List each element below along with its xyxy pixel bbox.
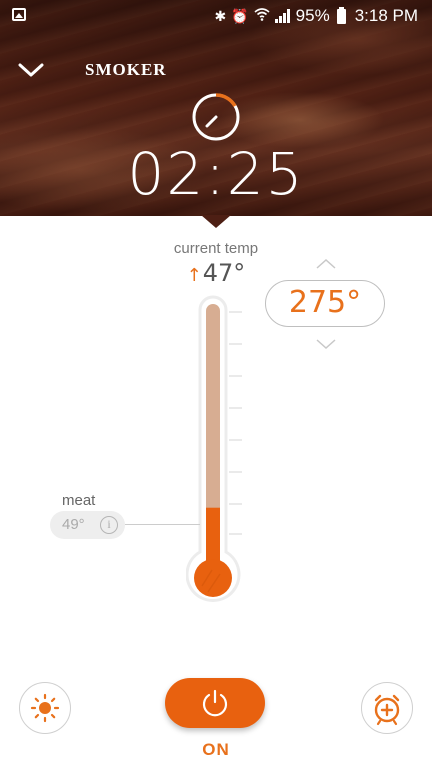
thermometer-ticks	[229, 311, 242, 535]
page-title: SMOKER	[85, 60, 167, 79]
info-icon[interactable]: i	[100, 516, 118, 534]
current-temp-label: current temp	[173, 240, 259, 257]
timer-display: 02:25	[127, 140, 305, 208]
signal-icon	[274, 9, 291, 23]
light-button[interactable]	[19, 682, 71, 734]
increase-temp-chevron-icon[interactable]	[315, 258, 337, 270]
power-icon	[202, 689, 228, 717]
battery-percent: 95%	[295, 6, 330, 25]
power-status-label: ON	[202, 740, 230, 759]
thermometer-bulb	[194, 559, 232, 597]
meat-probe-connector	[125, 524, 200, 525]
header-pointer	[201, 215, 231, 228]
sun-icon	[30, 693, 60, 723]
meat-probe-label: meat	[62, 492, 96, 509]
add-alarm-icon	[374, 694, 400, 726]
decrease-temp-chevron-icon[interactable]	[315, 338, 337, 350]
target-temp-display[interactable]: 275°	[265, 280, 385, 327]
clock: 3:18 PM	[354, 6, 418, 25]
thermometer	[186, 295, 242, 602]
add-alarm-button[interactable]	[361, 682, 413, 734]
timer-icon	[192, 93, 240, 141]
battery-icon	[336, 6, 346, 24]
meat-probe-value: 49°	[62, 516, 85, 533]
trend-up-icon: ↑	[186, 265, 202, 286]
power-button[interactable]	[165, 678, 265, 728]
collapse-chevron-icon[interactable]	[18, 60, 44, 80]
wifi-icon	[254, 7, 270, 25]
current-temp-number: 47°	[202, 259, 246, 287]
bluetooth-icon: ✱	[214, 8, 227, 24]
alarm-icon: ⏰	[231, 8, 249, 24]
gallery-notification-icon	[12, 8, 26, 21]
meat-probe-badge[interactable]: 49° i	[50, 511, 125, 539]
status-bar: ✱ ⏰ 95% 3:18 PM	[0, 0, 432, 32]
